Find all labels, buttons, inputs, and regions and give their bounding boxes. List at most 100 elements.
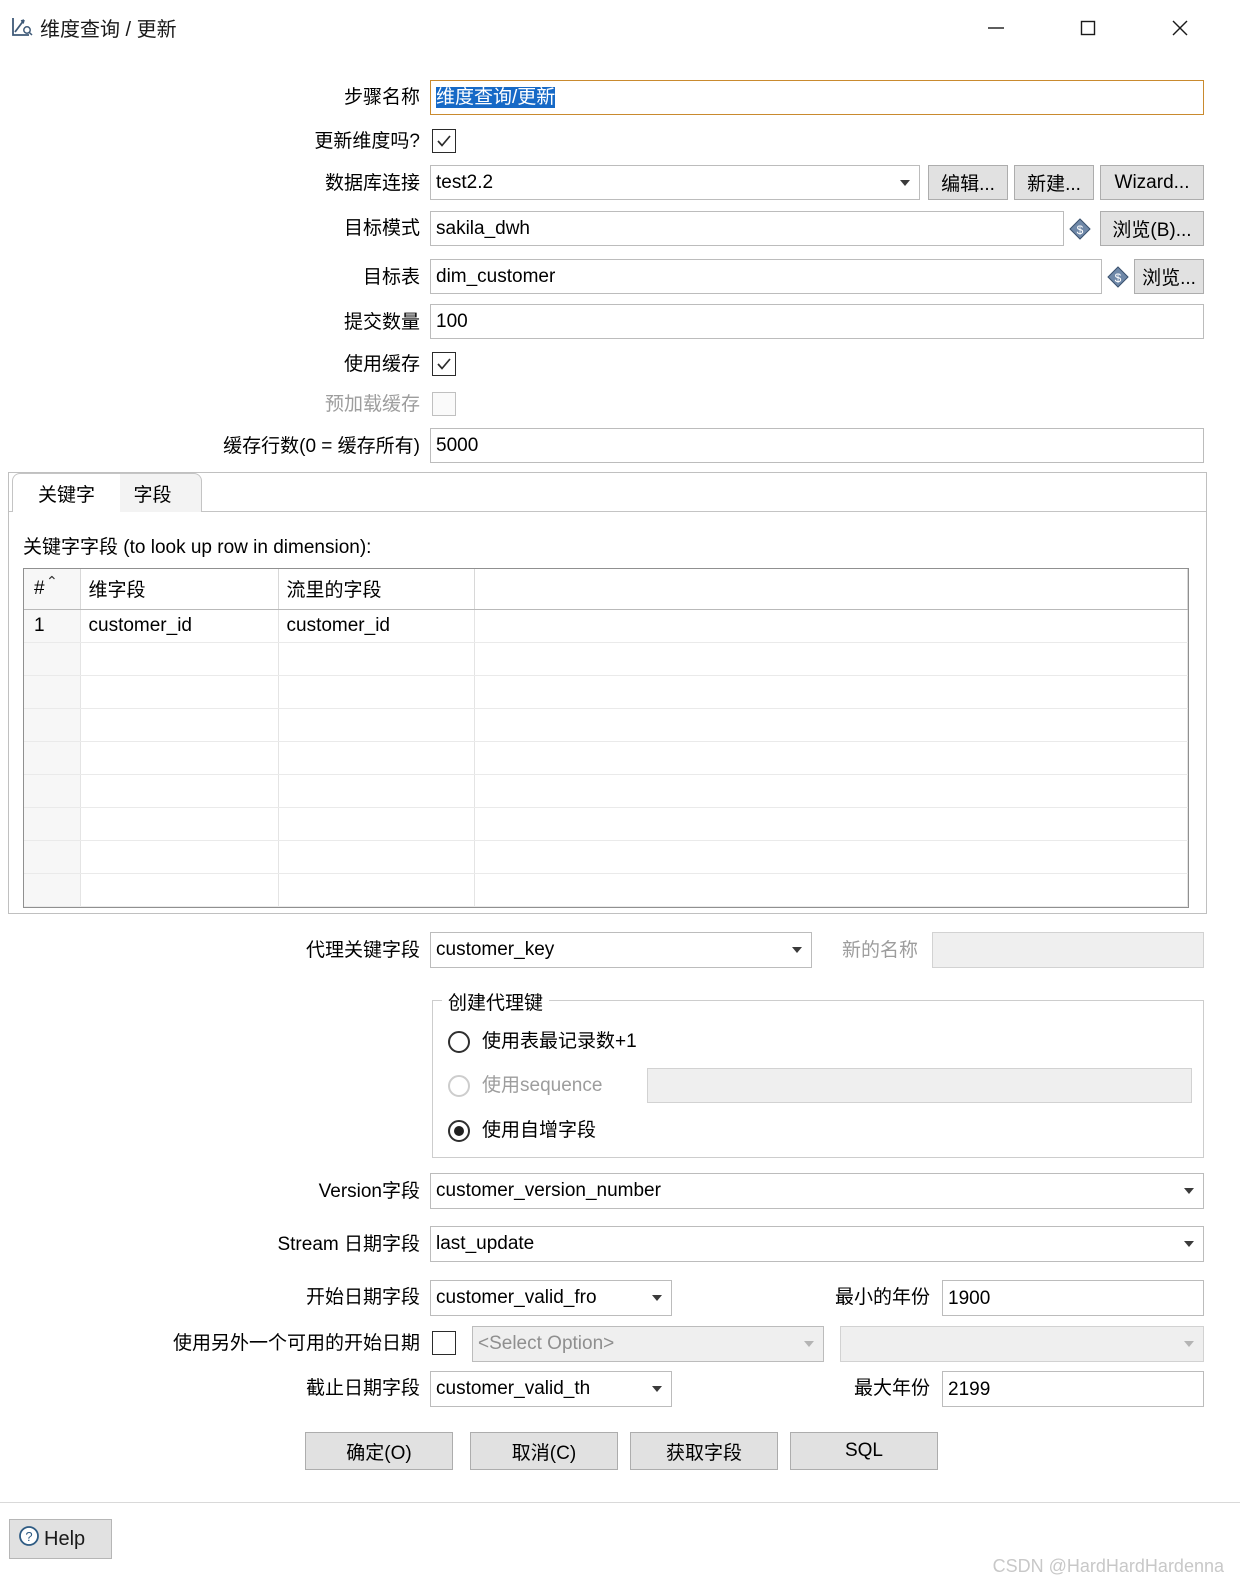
browse-schema-button[interactable]: 浏览(B)... [1100, 211, 1204, 246]
cell-empty[interactable] [80, 741, 279, 775]
cell-empty[interactable] [474, 873, 1188, 907]
cell-empty[interactable] [474, 642, 1188, 676]
min-year-input[interactable]: 1900 [942, 1280, 1204, 1316]
create-surrogate-key-title: 创建代理键 [442, 988, 550, 1015]
cell-stream-field[interactable]: customer_id [278, 609, 475, 643]
cell-empty[interactable] [80, 906, 279, 907]
cell-empty[interactable] [24, 840, 81, 874]
table-row-empty[interactable] [24, 675, 1188, 709]
column-header-dim-field[interactable]: 维字段 [80, 569, 279, 610]
cell-empty[interactable] [474, 840, 1188, 874]
cell-empty[interactable] [474, 807, 1188, 841]
cell-empty[interactable] [278, 906, 475, 907]
get-fields-button[interactable]: 获取字段 [630, 1432, 778, 1470]
column-header-stream-field[interactable]: 流里的字段 [278, 569, 475, 610]
cell-empty[interactable] [24, 906, 81, 907]
max-year-input[interactable]: 2199 [942, 1371, 1204, 1407]
cell-empty[interactable] [24, 807, 81, 841]
key-fields-table[interactable]: # ⌃ 维字段 流里的字段 1 customer_id customer_id [23, 568, 1189, 908]
table-row-empty[interactable] [24, 774, 1188, 808]
version-field-combo[interactable]: customer_version_number [430, 1173, 1204, 1209]
sql-button[interactable]: SQL [790, 1432, 938, 1470]
minimize-icon [988, 27, 1004, 29]
radio-auto-increment[interactable] [448, 1120, 470, 1142]
cell-empty[interactable] [80, 708, 279, 742]
use-cache-checkbox[interactable] [432, 352, 456, 376]
ok-button[interactable]: 确定(O) [305, 1432, 453, 1470]
table-row-empty[interactable] [24, 906, 1188, 907]
table-row-empty[interactable] [24, 807, 1188, 841]
help-icon: ? [17, 1524, 41, 1554]
cell-empty[interactable] [278, 741, 475, 775]
cell-empty[interactable] [24, 642, 81, 676]
variable-field-icon[interactable]: $ [1068, 217, 1092, 241]
table-row-empty[interactable] [24, 873, 1188, 907]
radio-use-sequence[interactable] [448, 1075, 470, 1097]
stream-date-field-combo[interactable]: last_update [430, 1226, 1204, 1262]
cell-empty[interactable] [80, 774, 279, 808]
chevron-down-icon [1175, 1227, 1203, 1261]
preload-cache-checkbox[interactable] [432, 392, 456, 416]
table-row-empty[interactable] [24, 840, 1188, 874]
cell-empty[interactable] [24, 741, 81, 775]
table-row-empty[interactable] [24, 741, 1188, 775]
cell-extra[interactable] [474, 609, 1188, 643]
cell-empty[interactable] [474, 741, 1188, 775]
sort-ascending-icon: ⌃ [46, 573, 58, 589]
table-row[interactable]: 1 customer_id customer_id [24, 609, 1188, 643]
column-header-extra[interactable] [474, 569, 1188, 610]
cell-empty[interactable] [278, 675, 475, 709]
table-row-empty[interactable] [24, 642, 1188, 676]
tab-keys[interactable]: 关键字 [12, 473, 120, 512]
wizard-connection-button[interactable]: Wizard... [1100, 165, 1204, 200]
date-from-field-combo[interactable]: customer_valid_fro [430, 1280, 672, 1316]
minimize-button[interactable] [950, 0, 1042, 56]
cell-empty[interactable] [24, 675, 81, 709]
cell-empty[interactable] [24, 708, 81, 742]
variable-field-icon[interactable]: $ [1106, 265, 1130, 289]
target-schema-input[interactable]: sakila_dwh [430, 211, 1064, 246]
cell-empty[interactable] [278, 708, 475, 742]
cell-empty[interactable] [278, 774, 475, 808]
cell-empty[interactable] [278, 807, 475, 841]
cell-empty[interactable] [24, 774, 81, 808]
new-connection-button[interactable]: 新建... [1014, 165, 1094, 200]
cancel-button[interactable]: 取消(C) [470, 1432, 618, 1470]
sequence-name-input[interactable] [647, 1068, 1192, 1103]
cell-dim-field[interactable]: customer_id [80, 609, 279, 643]
cell-empty[interactable] [80, 840, 279, 874]
browse-table-button[interactable]: 浏览... [1134, 259, 1204, 294]
cell-empty[interactable] [80, 675, 279, 709]
target-table-input[interactable]: dim_customer [430, 259, 1102, 294]
new-name-input[interactable] [932, 932, 1204, 968]
radio-table-max-plus-one[interactable] [448, 1031, 470, 1053]
cell-empty[interactable] [80, 807, 279, 841]
column-header-num[interactable]: # ⌃ [24, 569, 81, 610]
table-row-empty[interactable] [24, 708, 1188, 742]
date-to-field-combo[interactable]: customer_valid_th [430, 1371, 672, 1407]
edit-connection-button[interactable]: 编辑... [928, 165, 1008, 200]
alt-start-date-select[interactable]: <Select Option> [472, 1326, 824, 1362]
cache-rows-input[interactable]: 5000 [430, 428, 1204, 463]
alt-start-date-checkbox[interactable] [432, 1331, 456, 1355]
cell-empty[interactable] [278, 642, 475, 676]
cell-empty[interactable] [278, 873, 475, 907]
close-button[interactable] [1134, 0, 1226, 56]
chevron-down-icon [643, 1372, 671, 1406]
cell-empty[interactable] [80, 873, 279, 907]
update-dimension-checkbox[interactable] [432, 129, 456, 153]
cell-empty[interactable] [24, 873, 81, 907]
commit-size-input[interactable]: 100 [430, 304, 1204, 339]
cell-empty[interactable] [278, 840, 475, 874]
maximize-button[interactable] [1042, 0, 1134, 56]
cell-empty[interactable] [474, 675, 1188, 709]
help-button[interactable]: ? Help [9, 1519, 112, 1559]
surrogate-field-combo[interactable]: customer_key [430, 932, 812, 968]
cell-empty[interactable] [474, 708, 1188, 742]
step-name-input[interactable]: 维度查询/更新 [430, 80, 1204, 115]
cell-empty[interactable] [474, 906, 1188, 907]
connection-combo[interactable]: test2.2 [430, 165, 920, 200]
alt-start-date-second-select[interactable] [840, 1326, 1204, 1362]
cell-empty[interactable] [474, 774, 1188, 808]
cell-empty[interactable] [80, 642, 279, 676]
